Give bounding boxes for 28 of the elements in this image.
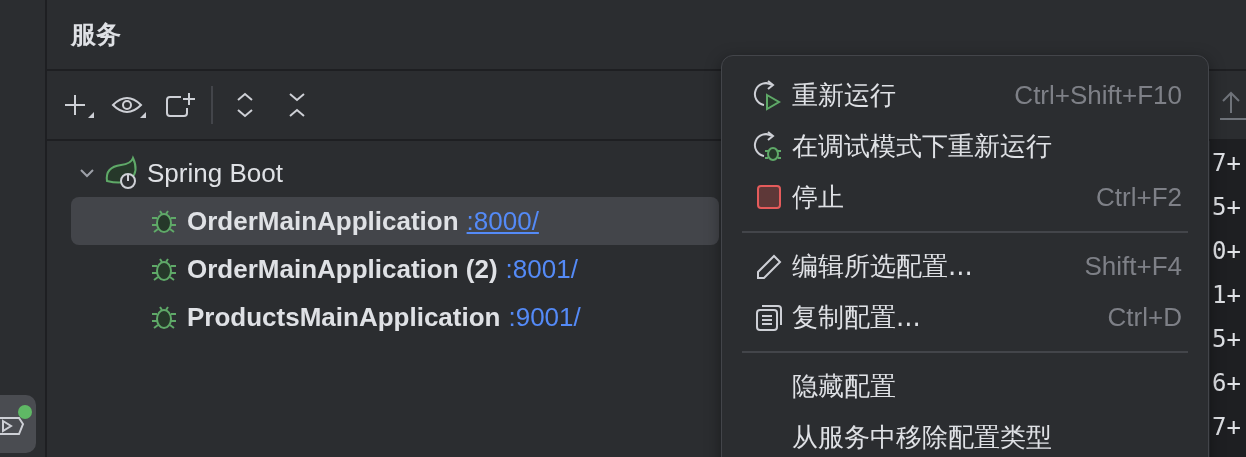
port-link[interactable]: :9001/ [508, 301, 581, 333]
menu-item[interactable]: 停止 Ctrl+F2 [742, 172, 1188, 223]
console-text: 7+ [1211, 148, 1242, 179]
console-text: 7+ [1211, 412, 1242, 443]
app-name: OrderMainApplication (2) [187, 253, 498, 285]
menu-item[interactable]: 隐藏配置 [742, 361, 1188, 412]
tree-group-label[interactable]: Spring Boot [147, 157, 283, 189]
console-text: 5+ [1211, 192, 1242, 223]
app-name: ProductsMainApplication [187, 301, 501, 333]
port-link[interactable]: :8001/ [505, 253, 578, 285]
tree-item[interactable]: ProductsMainApplication :9001/ [71, 293, 589, 341]
menu-item[interactable]: 在调试模式下重新运行 [742, 121, 1188, 172]
tree-item[interactable]: OrderMainApplication :8000/ [71, 197, 719, 245]
menu-item[interactable]: 从服务中移除配置类型 [742, 412, 1188, 457]
panel-title: 服务 [71, 19, 121, 51]
console-text: 1+ [1211, 280, 1242, 311]
console-text: 0+ [1211, 236, 1242, 267]
console-text: 5+ [1211, 324, 1242, 355]
shortcut-text: Ctrl+D [1107, 302, 1182, 333]
app-name: OrderMainApplication [187, 205, 459, 237]
console-text: 6+ [1211, 368, 1242, 399]
menu-item[interactable]: 复制配置... Ctrl+D [742, 292, 1188, 343]
menu-item[interactable]: 编辑所选配置... Shift+F4 [742, 241, 1188, 292]
shortcut-text: Ctrl+Shift+F10 [1014, 80, 1182, 111]
menu-item[interactable]: 重新运行 Ctrl+Shift+F10 [742, 70, 1188, 121]
shortcut-text: Ctrl+F2 [1096, 182, 1182, 213]
tree-item[interactable]: OrderMainApplication (2) :8001/ [71, 245, 586, 293]
shortcut-text: Shift+F4 [1084, 251, 1182, 282]
